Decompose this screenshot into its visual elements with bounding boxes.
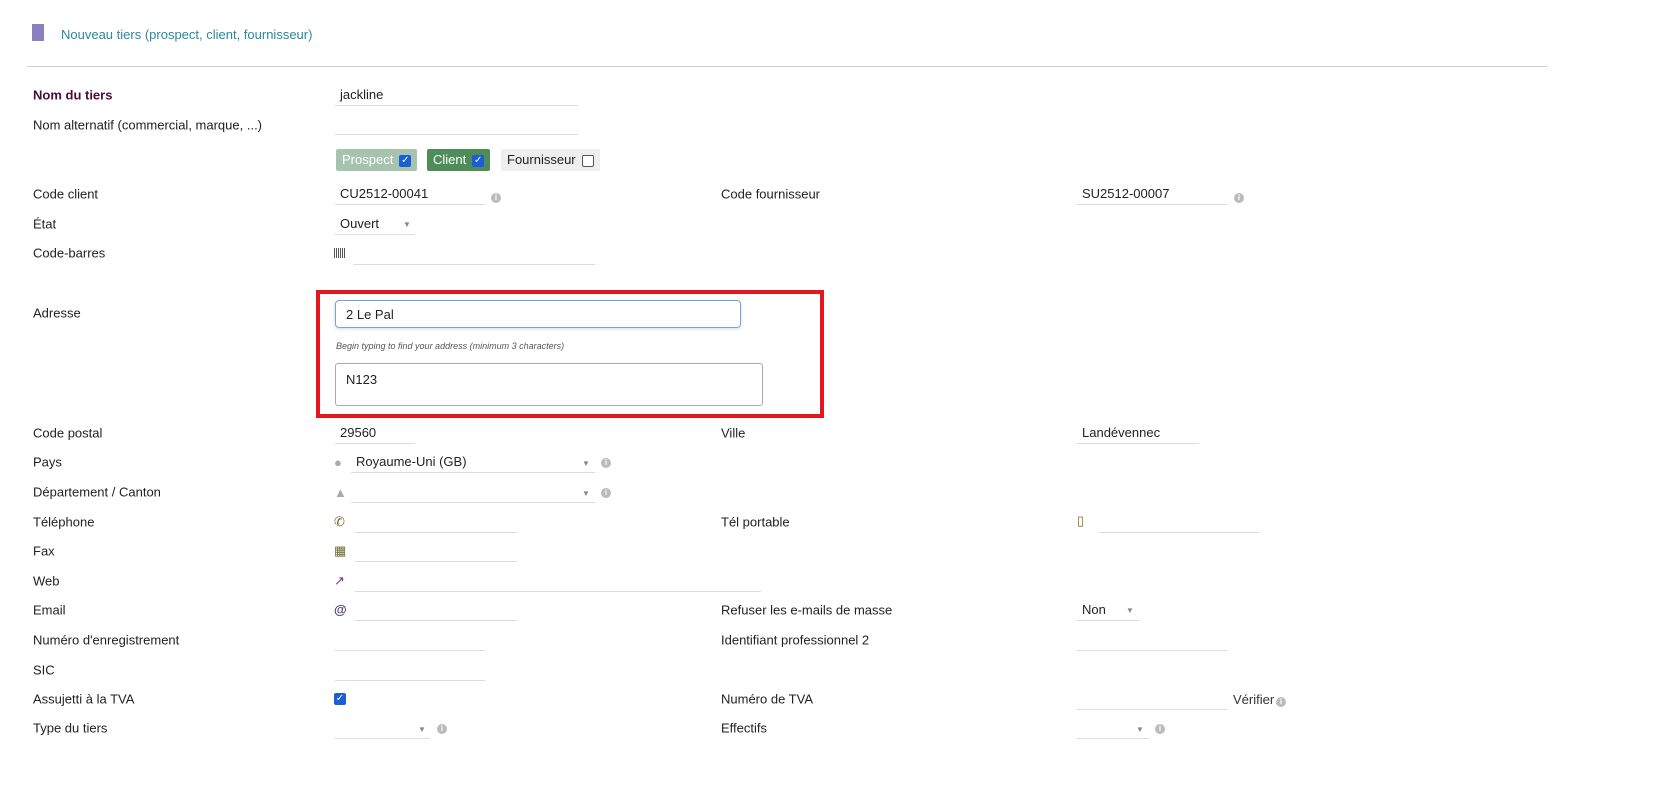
- info-icon: i: [601, 458, 611, 468]
- prospect-checkbox[interactable]: ✓: [399, 154, 412, 167]
- customer-code-input[interactable]: CU2512-00041: [335, 183, 485, 205]
- no-email-label: Refuser les e-mails de masse: [721, 602, 893, 618]
- phone-input[interactable]: [355, 511, 517, 533]
- client-toggle[interactable]: Client ✓: [427, 149, 491, 171]
- info-icon: i: [491, 193, 501, 203]
- info-icon: i: [1155, 724, 1165, 734]
- mobile-input[interactable]: [1099, 511, 1259, 533]
- country-select[interactable]: Royaume-Uni (GB): [351, 451, 595, 473]
- town-label: Ville: [721, 425, 746, 441]
- client-checkbox[interactable]: ✓: [472, 154, 485, 167]
- chevron-down-icon: ▼: [582, 489, 590, 498]
- email-input[interactable]: [355, 599, 517, 621]
- chevron-down-icon: ▼: [403, 220, 411, 229]
- state-province-select[interactable]: [351, 481, 595, 503]
- web-label: Web: [33, 573, 60, 589]
- address-hint: Begin typing to find your address (minim…: [336, 341, 565, 351]
- supplier-checkbox[interactable]: [581, 154, 594, 167]
- globe-icon: ●: [334, 455, 342, 470]
- email-label: Email: [33, 602, 66, 618]
- mobile-label: Tél portable: [721, 514, 790, 530]
- chevron-down-icon: ▼: [418, 725, 426, 734]
- info-icon: i: [601, 488, 611, 498]
- vat-number-label: Numéro de TVA: [721, 691, 814, 707]
- address-search-input[interactable]: 2 Le Pal: [335, 300, 741, 328]
- type-label: Type du tiers: [33, 720, 108, 736]
- barcode-label: Code-barres: [33, 245, 106, 261]
- divider: [27, 66, 1547, 67]
- info-icon: i: [437, 724, 447, 734]
- state-label: État: [33, 216, 57, 232]
- vat-subject-checkbox[interactable]: ✓: [334, 693, 346, 705]
- reg-input[interactable]: [335, 629, 485, 651]
- zip-label: Code postal: [33, 425, 103, 441]
- fax-label: Fax: [33, 543, 55, 559]
- sic-label: SIC: [33, 662, 55, 678]
- mobile-icon: ▯: [1077, 513, 1085, 528]
- phone-icon: ✆: [334, 514, 345, 529]
- prospect-toggle[interactable]: Prospect ✓: [336, 149, 418, 171]
- type-select[interactable]: [335, 717, 430, 739]
- info-icon: i: [1234, 193, 1244, 203]
- town-input[interactable]: Landévennec: [1077, 422, 1199, 444]
- fax-icon: ▦: [334, 543, 347, 558]
- fax-input[interactable]: [355, 540, 517, 562]
- name-label: Nom du tiers: [33, 87, 113, 103]
- reg-label: Numéro d'enregistrement: [33, 632, 180, 648]
- address-label: Adresse: [33, 305, 81, 321]
- state-province-label: Département / Canton: [33, 484, 161, 500]
- alt-name-label: Nom alternatif (commercial, marque, ...): [33, 117, 263, 133]
- chevron-down-icon: ▼: [1136, 725, 1144, 734]
- verify-link[interactable]: Vérifier: [1233, 692, 1274, 707]
- at-icon: @: [334, 602, 347, 617]
- phone-label: Téléphone: [33, 514, 95, 530]
- barcode-icon: [334, 248, 346, 258]
- info-icon: i: [1276, 697, 1286, 707]
- supplier-toggle[interactable]: Fournisseur: [501, 149, 600, 171]
- sic-input[interactable]: [335, 659, 485, 681]
- chevron-down-icon: ▼: [1126, 606, 1134, 615]
- vat-number-input[interactable]: [1077, 688, 1227, 710]
- prof2-label: Identifiant professionnel 2: [721, 632, 870, 648]
- name-input[interactable]: jackline: [335, 84, 578, 106]
- web-input[interactable]: [355, 570, 761, 592]
- address-textarea[interactable]: N123: [335, 363, 763, 406]
- map-icon: ▲: [334, 485, 347, 500]
- supplier-code-input[interactable]: SU2512-00007: [1077, 183, 1227, 205]
- customer-code-label: Code client: [33, 186, 99, 202]
- vat-subject-label: Assujetti à la TVA: [33, 691, 135, 707]
- chevron-down-icon: ▼: [582, 459, 590, 468]
- country-label: Pays: [33, 454, 62, 470]
- zip-input[interactable]: 29560: [335, 422, 415, 444]
- client-label: Client: [433, 152, 467, 167]
- building-icon: [32, 24, 44, 41]
- supplier-code-label: Code fournisseur: [721, 186, 820, 202]
- staff-label: Effectifs: [721, 720, 768, 736]
- prospect-label: Prospect: [342, 152, 394, 167]
- supplier-label: Fournisseur: [507, 152, 576, 167]
- external-link-icon: ↗: [334, 573, 345, 588]
- page-title: Nouveau tiers (prospect, client, fournis…: [61, 27, 313, 42]
- prof2-input[interactable]: [1077, 629, 1227, 651]
- alt-name-input[interactable]: [335, 113, 578, 135]
- barcode-input[interactable]: [353, 243, 595, 265]
